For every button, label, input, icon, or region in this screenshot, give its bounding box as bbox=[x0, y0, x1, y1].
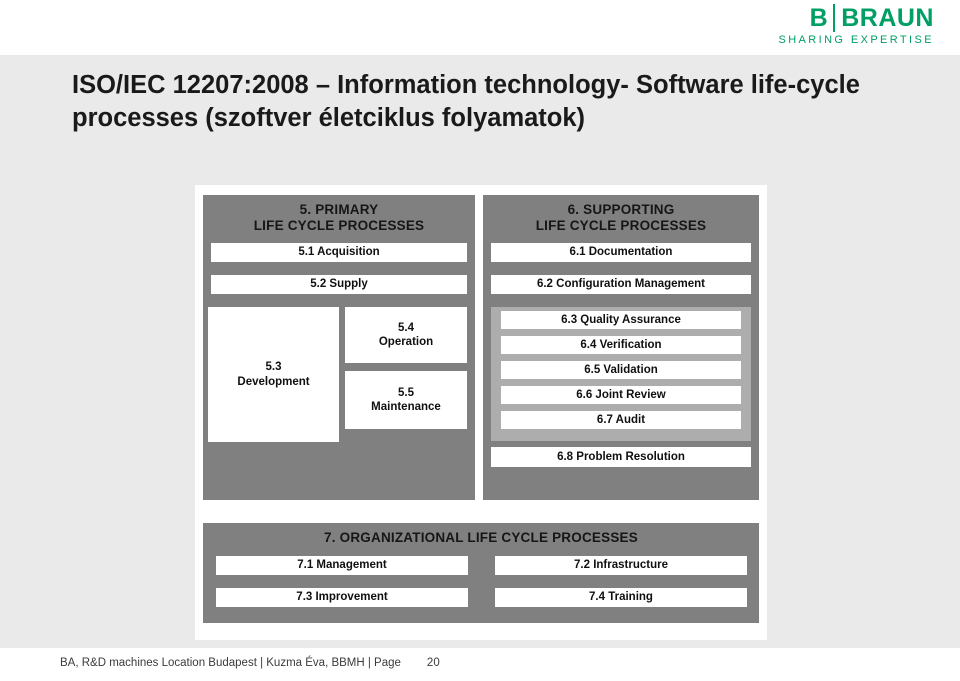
group-organizational-life-cycle-processes: 7. ORGANIZATIONAL LIFE CYCLE PROCESSES 7… bbox=[203, 523, 759, 623]
group-supporting-title: 6. SUPPORTING LIFE CYCLE PROCESSES bbox=[483, 195, 759, 235]
process-label: 6.4 Verification bbox=[580, 338, 662, 351]
footer-page-number: 20 bbox=[426, 657, 440, 669]
process-label: 5.2 Supply bbox=[310, 278, 368, 291]
process-label: 7.3 Improvement bbox=[296, 591, 388, 604]
process-box-7-4-training[interactable]: 7.4 Training bbox=[495, 588, 747, 607]
process-box-6-3-quality-assurance[interactable]: 6.3 Quality Assurance bbox=[501, 311, 741, 329]
page-title: ISO/IEC 12207:2008 – Information technol… bbox=[72, 69, 912, 134]
process-box-5-2-supply[interactable]: 5.2 Supply bbox=[211, 275, 467, 294]
process-label: 7.4 Training bbox=[589, 591, 653, 604]
subgroup-supporting-6-3-to-6-7: 6.3 Quality Assurance 6.4 Verification 6… bbox=[491, 307, 751, 441]
process-box-7-1-management[interactable]: 7.1 Management bbox=[216, 556, 468, 575]
logo-letter-b: B bbox=[809, 4, 829, 32]
process-box-6-2-configuration-management[interactable]: 6.2 Configuration Management bbox=[491, 275, 751, 294]
process-label: 6.2 Configuration Management bbox=[536, 278, 706, 291]
process-box-5-4-operation[interactable]: 5.4 Operation bbox=[345, 307, 467, 363]
process-label: 6.3 Quality Assurance bbox=[561, 313, 681, 326]
process-label: 7.1 Management bbox=[297, 559, 387, 572]
group-supporting-title-line-2: LIFE CYCLE PROCESSES bbox=[535, 218, 707, 234]
process-label: 5.1 Acquisition bbox=[298, 246, 380, 259]
process-box-5-3-development[interactable]: 5.3 Development bbox=[208, 307, 339, 442]
group-primary-title-line-1: 5. PRIMARY bbox=[299, 202, 379, 217]
logo-tagline: SHARING EXPERTISE bbox=[778, 34, 934, 46]
process-box-6-5-validation[interactable]: 6.5 Validation bbox=[501, 361, 741, 379]
process-box-5-1-acquisition[interactable]: 5.1 Acquisition bbox=[211, 243, 467, 262]
process-label: 5.5 Maintenance bbox=[371, 386, 441, 413]
process-label: 7.2 Infrastructure bbox=[574, 559, 668, 572]
process-box-6-4-verification[interactable]: 6.4 Verification bbox=[501, 336, 741, 354]
footer-label: BA, R&D machines Location Budapest | Kuz… bbox=[60, 657, 401, 669]
process-label: 6.7 Audit bbox=[596, 413, 646, 426]
process-label: 6.5 Validation bbox=[584, 363, 658, 376]
group-primary-life-cycle-processes: 5. PRIMARY LIFE CYCLE PROCESSES 5.1 Acqu… bbox=[203, 195, 475, 500]
group-primary-title: 5. PRIMARY LIFE CYCLE PROCESSES bbox=[203, 195, 475, 235]
logo-wordmark: B BRAUN bbox=[778, 4, 934, 32]
group-primary-title-line-2: LIFE CYCLE PROCESSES bbox=[253, 218, 425, 234]
process-label: 5.4 Operation bbox=[378, 321, 434, 348]
process-label: 6.1 Documentation bbox=[569, 246, 673, 259]
process-box-6-1-documentation[interactable]: 6.1 Documentation bbox=[491, 243, 751, 262]
footer-band: BA, R&D machines Location Budapest | Kuz… bbox=[0, 648, 960, 681]
diagram-panel: 5. PRIMARY LIFE CYCLE PROCESSES 5.1 Acqu… bbox=[195, 185, 767, 640]
slide-body: ISO/IEC 12207:2008 – Information technol… bbox=[0, 55, 960, 648]
page-title-line-2: processes (szoftver életciklus folyamato… bbox=[72, 103, 586, 132]
page-title-line-1: ISO/IEC 12207:2008 – Information technol… bbox=[72, 71, 860, 99]
header-band: B BRAUN SHARING EXPERTISE bbox=[0, 0, 960, 55]
process-box-6-6-joint-review[interactable]: 6.6 Joint Review bbox=[501, 386, 741, 404]
process-label: 5.3 Development bbox=[237, 361, 310, 388]
process-label: 6.6 Joint Review bbox=[576, 388, 666, 401]
process-box-6-7-audit[interactable]: 6.7 Audit bbox=[501, 411, 741, 429]
process-box-5-5-maintenance[interactable]: 5.5 Maintenance bbox=[345, 371, 467, 429]
footer: BA, R&D machines Location Budapest | Kuz… bbox=[60, 657, 440, 669]
process-box-7-3-improvement[interactable]: 7.3 Improvement bbox=[216, 588, 468, 607]
group-supporting-title-line-1: 6. SUPPORTING bbox=[567, 202, 675, 217]
process-box-7-2-infrastructure[interactable]: 7.2 Infrastructure bbox=[495, 556, 747, 575]
brand-logo: B BRAUN SHARING EXPERTISE bbox=[778, 4, 934, 46]
group-organizational-title: 7. ORGANIZATIONAL LIFE CYCLE PROCESSES bbox=[324, 530, 638, 545]
logo-braun-text: BRAUN bbox=[833, 4, 934, 32]
process-label: 6.8 Problem Resolution bbox=[557, 450, 685, 463]
group-supporting-life-cycle-processes: 6. SUPPORTING LIFE CYCLE PROCESSES 6.1 D… bbox=[483, 195, 759, 500]
process-box-6-8-problem-resolution[interactable]: 6.8 Problem Resolution bbox=[491, 447, 751, 467]
